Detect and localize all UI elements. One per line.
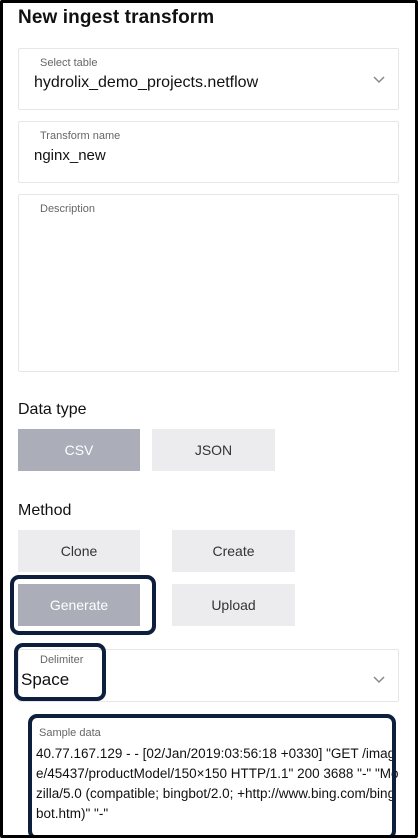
ingest-transform-panel: New ingest transform Select table hydrol… bbox=[0, 0, 418, 838]
delimiter-dropdown[interactable]: Delimiter Space bbox=[18, 649, 399, 702]
json-button[interactable]: JSON bbox=[152, 429, 275, 471]
upload-button[interactable]: Upload bbox=[172, 584, 295, 626]
clone-button[interactable]: Clone bbox=[18, 530, 140, 572]
csv-button[interactable]: CSV bbox=[18, 429, 140, 471]
description-label: Description bbox=[40, 203, 96, 215]
delimiter-label: Delimiter bbox=[40, 654, 84, 666]
method-heading: Method bbox=[18, 502, 72, 519]
delimiter-value: Space bbox=[21, 670, 70, 689]
generate-button[interactable]: Generate bbox=[18, 584, 140, 626]
sample-data-value: 40.77.167.129 - - [02/Jan/2019:03:56:18 … bbox=[36, 746, 399, 821]
transform-name-field[interactable]: Transform name nginx_new bbox=[18, 121, 399, 183]
transform-name-value: nginx_new bbox=[34, 147, 106, 164]
sample-data-field[interactable]: Sample data 40.77.167.129 - - [02/Jan/20… bbox=[18, 720, 399, 835]
select-table-label: Select table bbox=[40, 57, 98, 69]
create-button[interactable]: Create bbox=[172, 530, 295, 572]
chevron-down-icon bbox=[373, 76, 385, 84]
chevron-down-icon bbox=[373, 676, 385, 684]
select-table-value: hydrolix_demo_projects.netflow bbox=[34, 74, 259, 91]
data-type-heading: Data type bbox=[18, 401, 87, 418]
sample-data-label: Sample data bbox=[39, 727, 101, 739]
select-table-dropdown[interactable]: Select table hydrolix_demo_projects.netf… bbox=[18, 48, 399, 110]
transform-name-label: Transform name bbox=[40, 130, 121, 142]
page-title: New ingest transform bbox=[18, 7, 215, 28]
description-textarea[interactable]: Description bbox=[18, 194, 399, 372]
